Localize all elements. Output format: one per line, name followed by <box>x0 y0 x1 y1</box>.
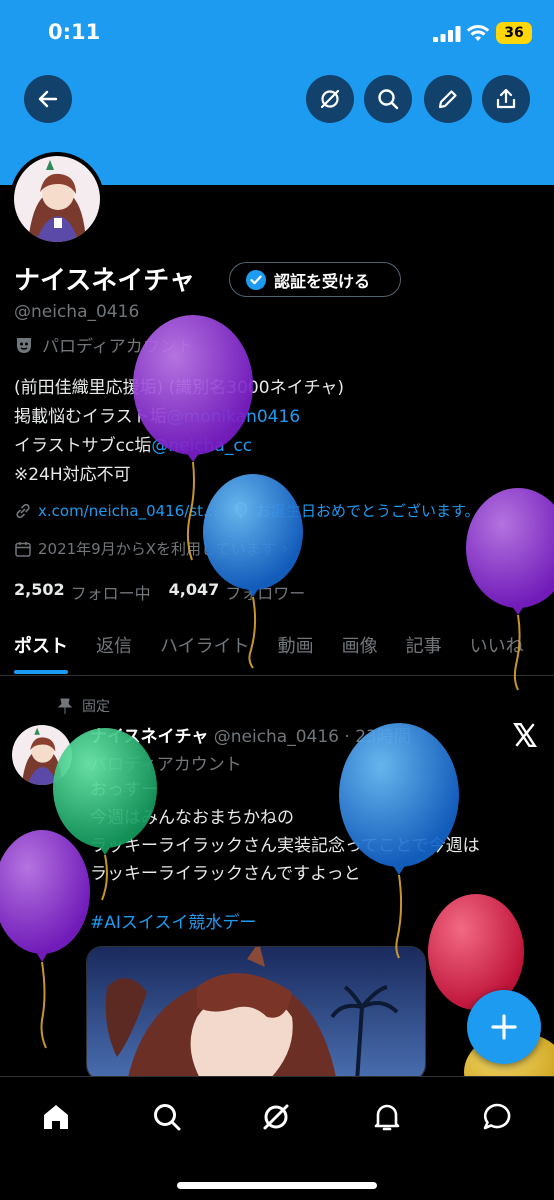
tab-posts[interactable]: ポスト <box>14 620 68 675</box>
post-text-line: ラッキーライラックさんですよっと <box>90 864 361 884</box>
avatar-illustration <box>14 156 100 242</box>
share-icon <box>496 88 516 109</box>
parody-mask-icon <box>17 337 31 353</box>
x-logo-icon <box>513 722 537 748</box>
nav-search[interactable] <box>147 1097 187 1137</box>
compose-post-button[interactable] <box>467 990 541 1064</box>
post-author-name[interactable]: ナイスネイチャ <box>90 727 208 747</box>
post-hashtag[interactable]: #AIスイスイ競水デー <box>90 908 256 933</box>
profile-bio: (前田佳織里応援垢) (識別名3000ネイチャ) 掲載悩むイラスト垢@monik… <box>14 374 344 490</box>
home-icon <box>44 1105 68 1129</box>
joined-date: 2021年9月からXを利用しています <box>38 540 276 558</box>
website-link[interactable]: x.com/neicha_0416/st… <box>38 502 218 520</box>
profile-website-row: x.com/neicha_0416/st… お誕生日おめでとうございます。 <box>14 500 480 521</box>
post-text-line: ラッキーライラックさん実装記念ってことで今週は <box>90 836 480 856</box>
edit-button[interactable] <box>424 75 472 123</box>
bio-line-4: ※24H対応不可 <box>14 465 131 485</box>
balloon-purple <box>0 830 90 1049</box>
balloon-birthday-icon <box>235 501 247 519</box>
post-parody-label: パロディアカウント <box>90 755 242 775</box>
post-time[interactable]: 23時間 <box>355 727 411 747</box>
battery-level: 36 <box>504 25 524 41</box>
home-indicator[interactable] <box>177 1182 377 1189</box>
search-button[interactable] <box>364 75 412 123</box>
bio-mention-link-1[interactable]: @monikan0416 <box>167 407 300 427</box>
bio-line-1: (前田佳織里応援垢) (識別名3000ネイチャ) <box>14 378 345 398</box>
nav-messages[interactable] <box>477 1097 517 1137</box>
bio-line-3-text: イラストサブcc垢 <box>14 436 152 456</box>
tab-likes[interactable]: いいね <box>470 620 524 675</box>
notifications-bell-icon <box>374 1104 400 1131</box>
tab-videos[interactable]: 動画 <box>278 620 314 675</box>
search-icon <box>378 89 399 110</box>
pinned-label: 固定 <box>82 699 110 715</box>
status-time: 0:11 <box>48 20 101 44</box>
pin-icon <box>58 698 72 714</box>
bio-mention-link-2[interactable]: @neicha_cc <box>151 436 252 456</box>
following-count[interactable]: 2,502 <box>14 580 65 604</box>
back-button[interactable] <box>24 75 72 123</box>
status-bar: 0:11 36 <box>0 0 554 70</box>
grok-icon <box>263 1104 289 1130</box>
post-author-avatar[interactable] <box>12 725 72 785</box>
link-icon <box>16 503 30 518</box>
chevron-right-icon: › <box>281 538 289 559</box>
pinned-indicator: 固定 <box>58 696 110 716</box>
get-verified-button[interactable]: 認証を受ける <box>229 262 401 297</box>
post-image[interactable] <box>86 946 426 1081</box>
grok-icon <box>320 89 340 109</box>
share-button[interactable] <box>482 75 530 123</box>
battery-indicator: 36 <box>496 22 532 44</box>
search-icon <box>154 1104 181 1131</box>
messages-icon <box>483 1103 511 1130</box>
profile-name: ナイスネイチャ <box>14 266 195 296</box>
get-verified-label: 認証を受ける <box>274 271 371 291</box>
post-illustration <box>87 947 425 1080</box>
nav-grok[interactable] <box>256 1097 296 1137</box>
followers-label[interactable]: フォロワー <box>225 580 305 604</box>
post-author-handle[interactable]: @neicha_0416 <box>214 727 339 747</box>
calendar-icon <box>15 541 31 557</box>
profile-handle: @neicha_0416 <box>14 302 140 322</box>
plus-icon <box>491 1014 517 1040</box>
tab-images[interactable]: 画像 <box>342 620 378 675</box>
profile-tabs: ポスト 返信 ハイライト 動画 画像 記事 いいね <box>0 620 554 676</box>
post-text-line: 今週はみんなおまちかねの <box>90 808 294 828</box>
parody-text: パロディアカウント <box>42 337 194 357</box>
wifi-icon <box>466 25 490 41</box>
tab-articles[interactable]: 記事 <box>406 620 442 675</box>
edit-pencil-icon <box>438 90 457 109</box>
followers-count[interactable]: 4,047 <box>169 580 220 604</box>
birthday-text: お誕生日おめでとうございます。 <box>256 502 480 520</box>
joined-date-row[interactable]: 2021年9月からXを利用しています › <box>14 538 288 559</box>
verified-badge-icon <box>246 269 266 290</box>
parody-label: パロディアカウント <box>14 332 194 357</box>
tab-replies[interactable]: 返信 <box>96 620 132 675</box>
nav-notifications[interactable] <box>367 1097 407 1137</box>
nav-home[interactable] <box>36 1097 76 1137</box>
following-label[interactable]: フォロー中 <box>71 580 151 604</box>
grok-button[interactable] <box>306 75 354 123</box>
post-text-line: おっすー <box>90 780 158 800</box>
profile-avatar[interactable] <box>10 152 104 246</box>
back-arrow-icon <box>38 90 58 108</box>
post-text: おっすー 今週はみんなおまちかねの ラッキーライラックさん実装記念ってことで今週… <box>90 776 540 888</box>
tab-highlights[interactable]: ハイライト <box>160 620 250 675</box>
cellular-signal-icon <box>433 26 461 42</box>
follow-stats: 2,502 フォロー中 4,047 フォロワー <box>14 580 305 604</box>
bio-line-2-text: 掲載悩むイラスト垢 <box>14 407 167 427</box>
post-header: ナイスネイチャ @neicha_0416 · 23時間 <box>90 727 411 747</box>
avatar-illustration <box>12 725 72 785</box>
